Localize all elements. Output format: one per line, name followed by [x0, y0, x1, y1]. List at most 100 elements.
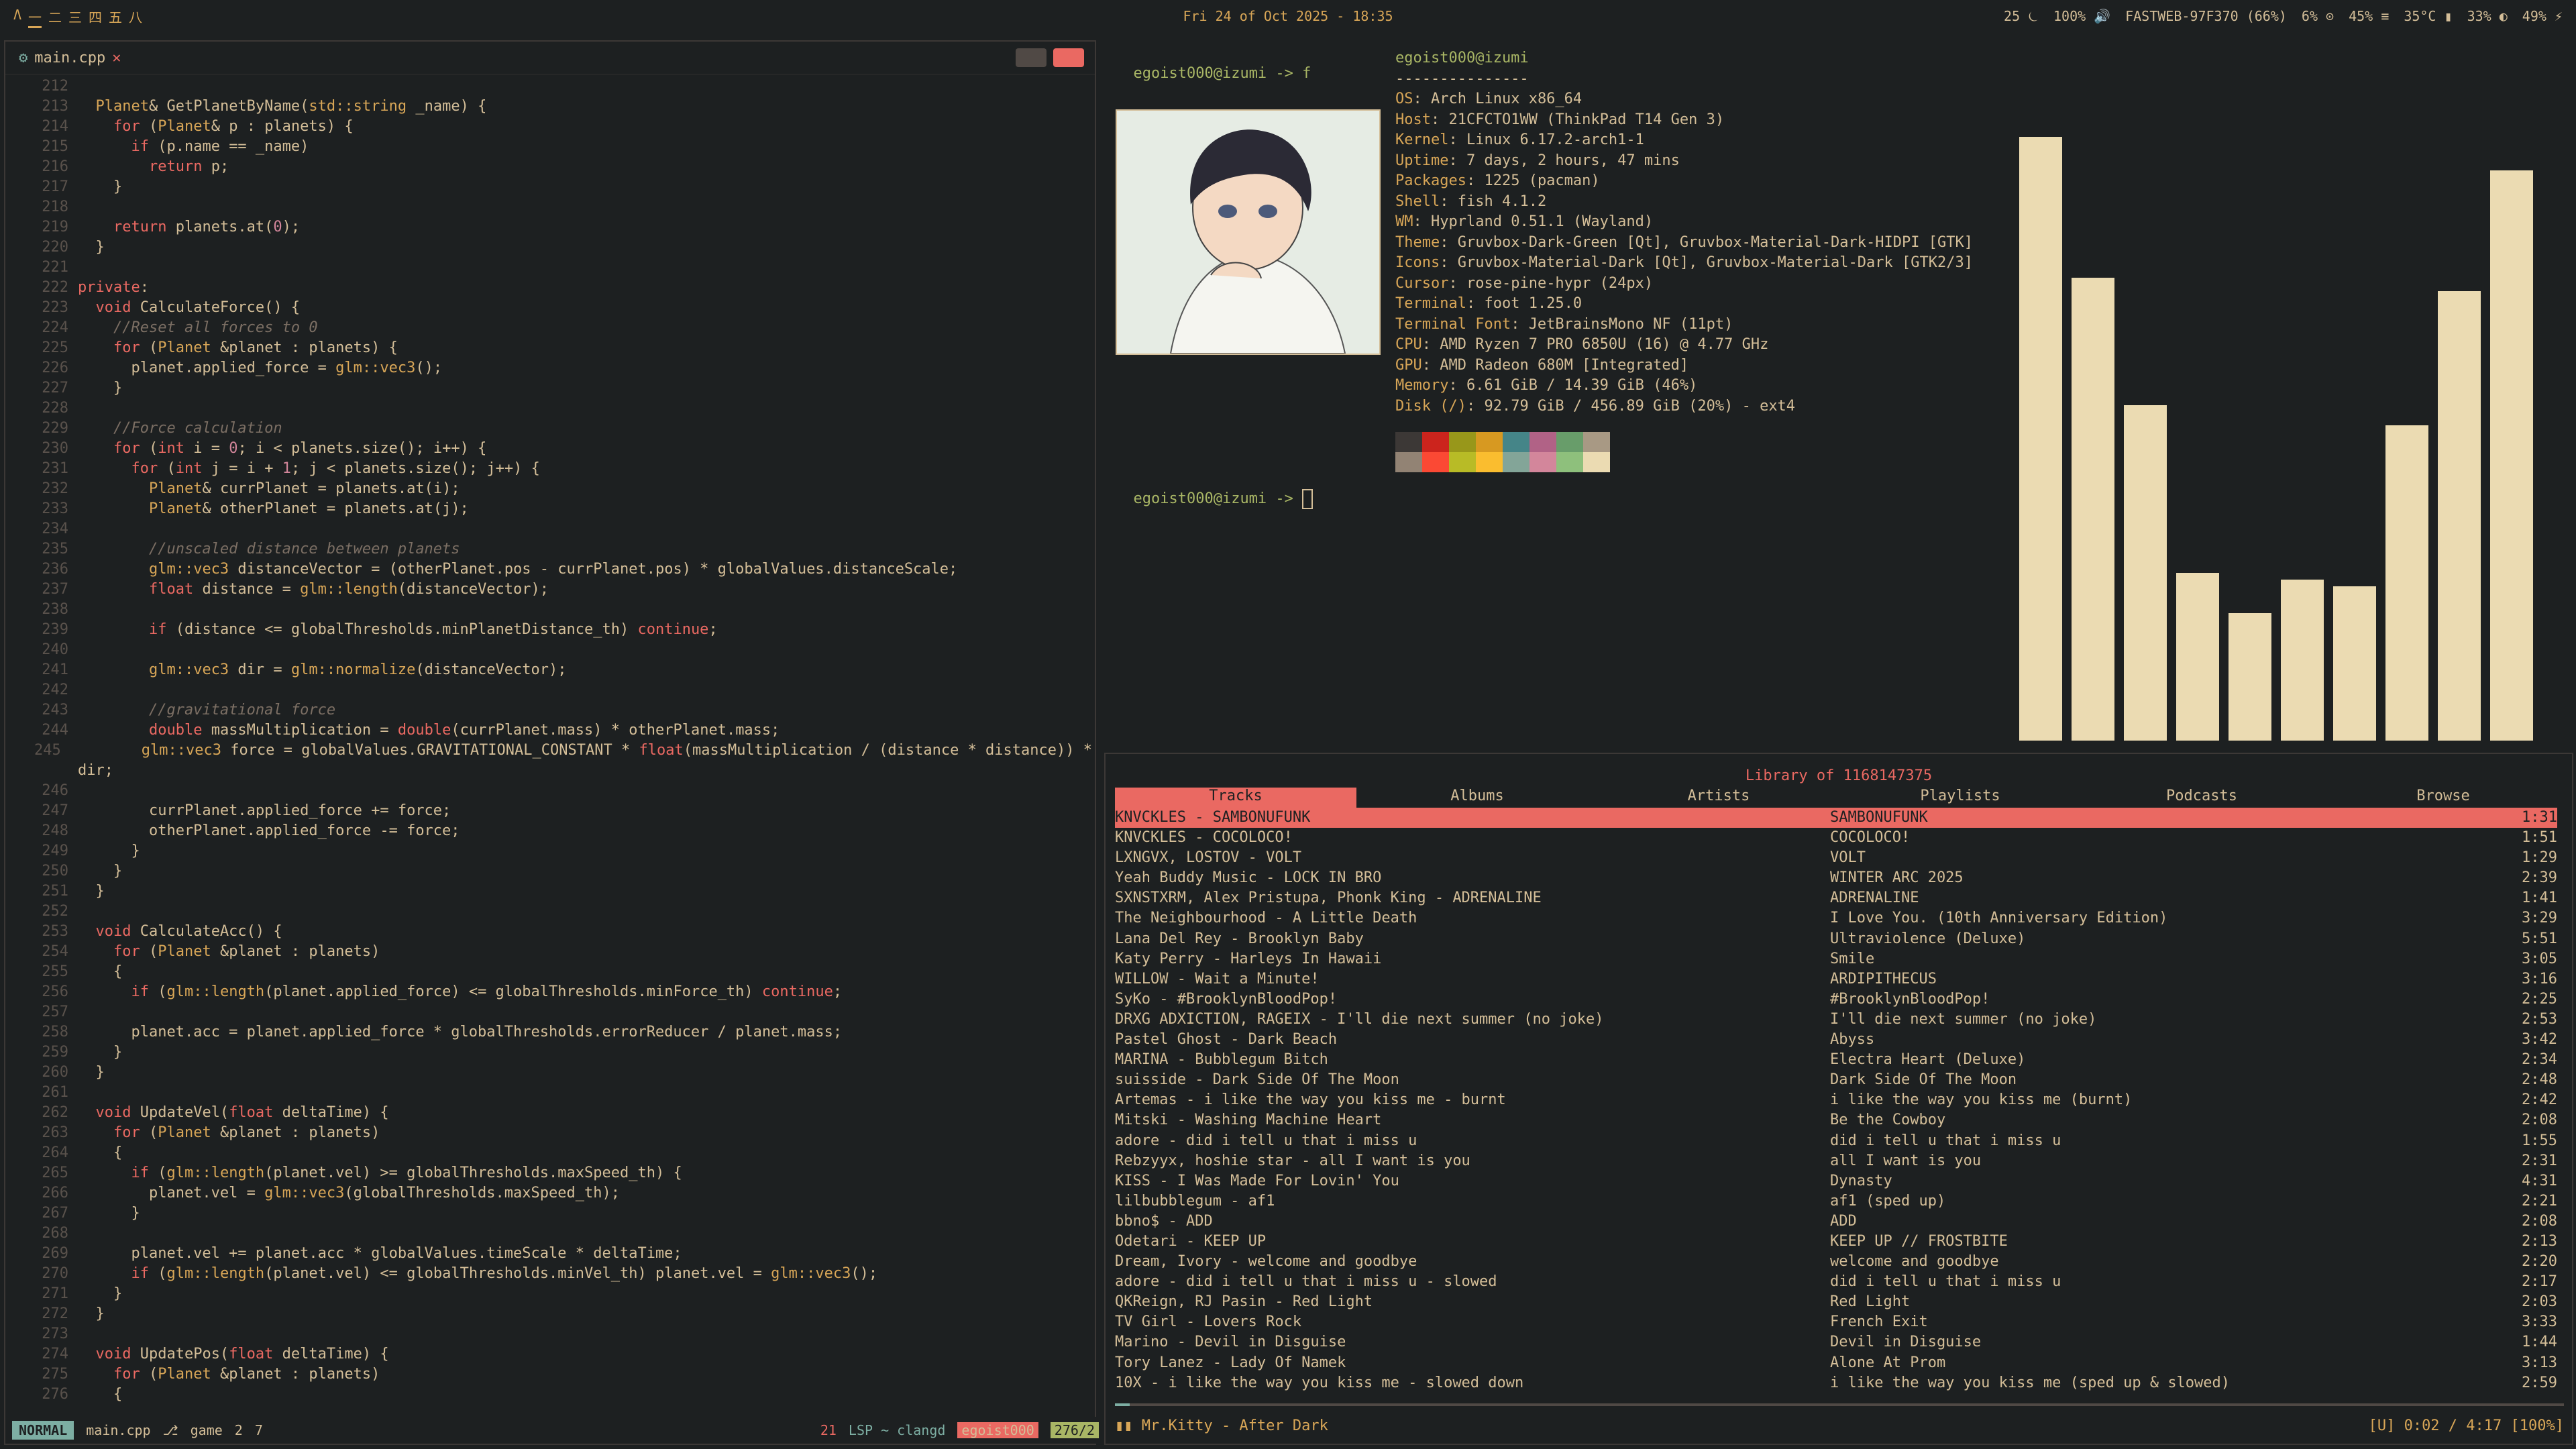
- code-line[interactable]: 221: [5, 258, 1092, 278]
- code-line[interactable]: 270 if (glm::length(planet.vel) <= globa…: [5, 1264, 1092, 1284]
- code-line[interactable]: 250 }: [5, 861, 1092, 881]
- code-line[interactable]: 274 void UpdatePos(float deltaTime) {: [5, 1344, 1092, 1364]
- code-line[interactable]: 255 {: [5, 962, 1092, 982]
- track-row[interactable]: Pastel Ghost - Dark Beach Abyss 3:42: [1115, 1030, 2557, 1050]
- code-line[interactable]: 218: [5, 197, 1092, 217]
- close-window-icon[interactable]: [1053, 48, 1084, 67]
- brightness-indicator[interactable]: 33% ◐: [2467, 8, 2508, 24]
- code-line[interactable]: 236 glm::vec3 distanceVector = (otherPla…: [5, 559, 1092, 580]
- code-line[interactable]: 243 //gravitational force: [5, 700, 1092, 720]
- track-row[interactable]: adore - did i tell u that i miss u did i …: [1115, 1131, 2557, 1151]
- now-playing-track[interactable]: ▮▮ Mr.Kitty - After Dark: [1115, 1417, 1328, 1434]
- volume-indicator[interactable]: 100% 🔊: [2053, 8, 2110, 24]
- track-row[interactable]: Lana Del Rey - Brooklyn Baby Ultraviolenc…: [1115, 929, 2557, 949]
- code-line[interactable]: 272 }: [5, 1304, 1092, 1324]
- code-line[interactable]: 271 }: [5, 1284, 1092, 1304]
- code-line[interactable]: 263 for (Planet &planet : planets): [5, 1123, 1092, 1143]
- code-line[interactable]: 220 }: [5, 237, 1092, 258]
- code-line[interactable]: 273: [5, 1324, 1092, 1344]
- code-line[interactable]: 242: [5, 680, 1092, 700]
- code-line[interactable]: 230 for (int i = 0; i < planets.size(); …: [5, 439, 1092, 459]
- code-line[interactable]: 223 void CalculateForce() {: [5, 298, 1092, 318]
- code-line[interactable]: dir;: [5, 761, 1092, 781]
- track-row[interactable]: Katy Perry - Harleys In Hawaii Smile 3:05: [1115, 949, 2557, 969]
- track-row[interactable]: suisside - Dark Side Of The Moon Dark Sid…: [1115, 1070, 2557, 1090]
- track-row[interactable]: TV Girl - Lovers Rock French Exit 3:33: [1115, 1312, 2557, 1332]
- track-row[interactable]: LXNGVX, LOSTOV - VOLT VOLT 1:29: [1115, 848, 2557, 868]
- track-row[interactable]: Odetari - KEEP UP KEEP UP // FROSTBITE 2:1…: [1115, 1232, 2557, 1252]
- track-row[interactable]: KISS - I Was Made For Lovin' You Dynasty 4…: [1115, 1171, 2557, 1191]
- code-line[interactable]: 212: [5, 76, 1092, 97]
- track-row[interactable]: SXNSTXRM, Alex Pristupa, Phonk King - AD…: [1115, 888, 2557, 908]
- code-line[interactable]: 227 }: [5, 378, 1092, 398]
- tab-tracks[interactable]: Tracks: [1115, 788, 1356, 808]
- code-line[interactable]: 253 void CalculateAcc() {: [5, 922, 1092, 942]
- code-line[interactable]: 235 //unscaled distance between planets: [5, 539, 1092, 559]
- code-line[interactable]: 258 planet.acc = planet.applied_force * …: [5, 1022, 1092, 1042]
- track-row[interactable]: bbno$ - ADD ADD 2:08: [1115, 1212, 2557, 1232]
- code-line[interactable]: 219 return planets.at(0);: [5, 217, 1092, 237]
- track-row[interactable]: Marino - Devil in Disguise Devil in Disgu…: [1115, 1332, 2557, 1352]
- tab-podcasts[interactable]: Podcasts: [2081, 788, 2322, 808]
- code-line[interactable]: 265 if (glm::length(planet.vel) >= globa…: [5, 1163, 1092, 1183]
- code-line[interactable]: 234: [5, 519, 1092, 539]
- track-row[interactable]: Artemas - i like the way you kiss me - b…: [1115, 1090, 2557, 1110]
- code-line[interactable]: 213 Planet& GetPlanetByName(std::string …: [5, 97, 1092, 117]
- code-line[interactable]: 254 for (Planet &planet : planets): [5, 942, 1092, 962]
- code-line[interactable]: 226 planet.applied_force = glm::vec3();: [5, 358, 1092, 378]
- code-area[interactable]: 212 213 Planet& GetPlanetByName(std::stri…: [5, 76, 1092, 1405]
- track-row[interactable]: DRXG ADXICTION, RAGEIX - I'll die next s…: [1115, 1010, 2557, 1030]
- track-row[interactable]: MARINA - Bubblegum Bitch Electra Heart (D…: [1115, 1050, 2557, 1070]
- code-line[interactable]: 231 for (int j = i + 1; j < planets.size…: [5, 459, 1092, 479]
- code-line[interactable]: 251 }: [5, 881, 1092, 902]
- code-line[interactable]: 232 Planet& currPlanet = planets.at(i);: [5, 479, 1092, 499]
- tab-artists[interactable]: Artists: [1598, 788, 1839, 808]
- track-row[interactable]: Dream, Ivory - welcome and goodbye welcom…: [1115, 1252, 2557, 1272]
- track-row[interactable]: Mitski - Washing Machine Heart Be the Cow…: [1115, 1110, 2557, 1130]
- code-line[interactable]: 252: [5, 902, 1092, 922]
- code-line[interactable]: 241 glm::vec3 dir = glm::normalize(dista…: [5, 660, 1092, 680]
- track-row[interactable]: KNVCKLES - COCOLOCO! COCOLOCO! 1:51: [1115, 828, 2557, 848]
- code-line[interactable]: 237 float distance = glm::length(distanc…: [5, 580, 1092, 600]
- tab-browse[interactable]: Browse: [2322, 788, 2564, 808]
- code-line[interactable]: 268: [5, 1224, 1092, 1244]
- code-line[interactable]: 225 for (Planet &planet : planets) {: [5, 338, 1092, 358]
- code-line[interactable]: 247 currPlanet.applied_force += force;: [5, 801, 1092, 821]
- tab-main-cpp[interactable]: ⚙ main.cpp ✕: [19, 50, 121, 66]
- track-row[interactable]: WILLOW - Wait a Minute! ARDIPITHECUS 3:16: [1115, 969, 2557, 989]
- track-row[interactable]: Yeah Buddy Music - LOCK IN BRO WINTER ARC…: [1115, 868, 2557, 888]
- code-line[interactable]: 269 planet.vel += planet.acc * globalVal…: [5, 1244, 1092, 1264]
- code-line[interactable]: 249 }: [5, 841, 1092, 861]
- playback-progress-bar[interactable]: [1115, 1403, 2564, 1406]
- close-tab-icon[interactable]: ✕: [112, 50, 121, 66]
- code-line[interactable]: 215 if (p.name == _name): [5, 137, 1092, 157]
- code-line[interactable]: 246: [5, 781, 1092, 801]
- code-line[interactable]: 216 return p;: [5, 157, 1092, 177]
- code-line[interactable]: 240: [5, 640, 1092, 660]
- code-line[interactable]: 239 if (distance <= globalThresholds.min…: [5, 620, 1092, 640]
- code-line[interactable]: 275 for (Planet &planet : planets): [5, 1364, 1092, 1385]
- code-line[interactable]: 217 }: [5, 177, 1092, 197]
- code-line[interactable]: 248 otherPlanet.applied_force -= force;: [5, 821, 1092, 841]
- code-line[interactable]: 276 {: [5, 1385, 1092, 1405]
- tab-playlists[interactable]: Playlists: [1839, 788, 2081, 808]
- code-line[interactable]: 245 glm::vec3 force = globalValues.GRAVI…: [5, 741, 1092, 761]
- track-row[interactable]: KNVCKLES - SAMBONUFUNK SAMBONUFUNK 1:31: [1115, 808, 2557, 828]
- code-line[interactable]: 214 for (Planet& p : planets) {: [5, 117, 1092, 137]
- code-line[interactable]: 229 //Force calculation: [5, 419, 1092, 439]
- track-row[interactable]: SyKo - #BrooklynBloodPop! #BrooklynBloodP…: [1115, 989, 2557, 1010]
- code-line[interactable]: 233 Planet& otherPlanet = planets.at(j);: [5, 499, 1092, 519]
- track-row[interactable]: Rebzyyx, hoshie star - all I want is you…: [1115, 1151, 2557, 1171]
- code-line[interactable]: 257: [5, 1002, 1092, 1022]
- code-line[interactable]: 259 }: [5, 1042, 1092, 1063]
- track-row[interactable]: lilbubblegum - af1 af1 (sped up) 2:21: [1115, 1191, 2557, 1212]
- track-row[interactable]: 10X - i like the way you kiss me - slowe…: [1115, 1373, 2557, 1393]
- toggle-icon[interactable]: [1016, 48, 1046, 67]
- code-line[interactable]: 228: [5, 398, 1092, 419]
- code-line[interactable]: 261: [5, 1083, 1092, 1103]
- code-line[interactable]: 222 private:: [5, 278, 1092, 298]
- code-line[interactable]: 264 {: [5, 1143, 1092, 1163]
- wifi-indicator[interactable]: FASTWEB-97F370 (66%): [2125, 8, 2287, 24]
- track-row[interactable]: QKReign, RJ Pasin - Red Light Red Light 2:…: [1115, 1292, 2557, 1312]
- code-line[interactable]: 244 double massMultiplication = double(c…: [5, 720, 1092, 741]
